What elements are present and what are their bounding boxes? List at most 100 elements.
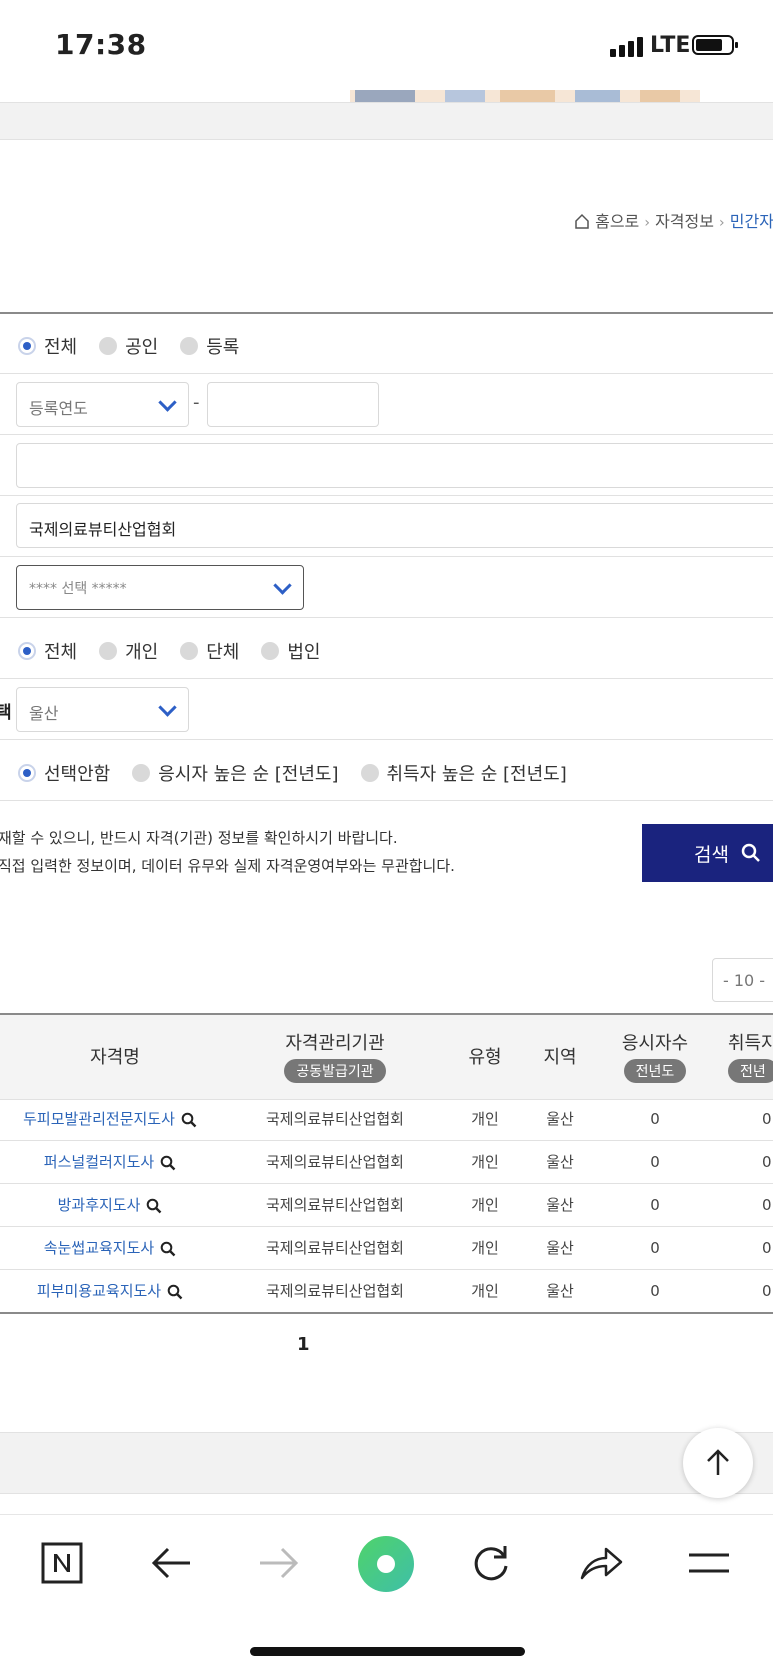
green-dot-icon[interactable] (357, 1535, 415, 1593)
sort-radio-applicants[interactable]: 응시자 높은 순 [전년도] (132, 760, 339, 786)
search-icon[interactable] (167, 1284, 183, 1300)
issuer-radio-corporation[interactable]: 법인 (261, 638, 321, 664)
table-row: 두피모발관리전문지도사 국제의료뷰티산업협회 개인 울산 0 0 (0, 1098, 773, 1141)
cell-name[interactable]: 두피모발관리전문지도사 (0, 1098, 220, 1140)
issuer-type-radio-group: 전체 개인 단체 법인 (18, 638, 343, 664)
breadcrumb-separator-icon: › (719, 215, 725, 231)
chevron-down-icon (158, 392, 177, 412)
network-label: LTE (650, 33, 691, 58)
table-header: 자격명 자격관리기관 공동발급기관 유형 지역 응시자수 전년도 취득자 전년 (0, 1013, 773, 1100)
cell-acquired: 0 (762, 1239, 772, 1257)
breadcrumb-item-qualification[interactable]: 자격정보 (655, 212, 714, 231)
cell-name[interactable]: 퍼스널컬러지도사 (0, 1141, 220, 1183)
row-divider (0, 556, 773, 557)
cell-agency: 국제의료뷰티산업협회 (265, 1282, 404, 1300)
cell-agency: 국제의료뷰티산업협회 (265, 1110, 404, 1128)
row-divider (0, 495, 773, 496)
cell-agency: 국제의료뷰티산업협회 (265, 1239, 404, 1257)
cell-region: 울산 (546, 1239, 574, 1257)
filter-top-border (0, 312, 773, 314)
row-divider (0, 617, 773, 618)
search-icon[interactable] (160, 1155, 176, 1171)
forward-icon[interactable] (258, 1546, 300, 1580)
search-icon[interactable] (146, 1198, 162, 1214)
year-input[interactable] (207, 382, 379, 427)
table-row: 방과후지도사 국제의료뷰티산업협회 개인 울산 0 0 (0, 1184, 773, 1227)
cell-name[interactable]: 피부미용교육지도사 (0, 1270, 220, 1312)
header-acquired: 취득자 전년 (728, 1029, 773, 1083)
cell-acquired: 0 (762, 1196, 772, 1214)
sort-radio-none[interactable]: 선택안함 (18, 760, 110, 786)
search-icon[interactable] (160, 1241, 176, 1257)
battery-icon (692, 35, 738, 55)
cell-type: 개인 (471, 1110, 499, 1128)
home-indicator (250, 1647, 525, 1656)
radio-selected-icon (18, 764, 36, 782)
scroll-top-button[interactable] (683, 1428, 753, 1498)
table-row: 퍼스널컬러지도사 국제의료뷰티산업협회 개인 울산 0 0 (0, 1141, 773, 1184)
type-radio-all[interactable]: 전체 (18, 333, 77, 359)
header-region: 지역 (543, 1047, 577, 1068)
header-acquired-sub: 전년 (728, 1059, 773, 1083)
breadcrumb-separator-icon: › (644, 215, 650, 231)
page-size-select[interactable]: - 10 - (712, 958, 773, 1002)
header-agency-sub: 공동발급기관 (284, 1059, 386, 1083)
row-divider (0, 434, 773, 435)
cell-acquired: 0 (762, 1153, 772, 1171)
notice-line-2: 직접 입력한 정보이며, 데이터 유무와 실제 자격운영여부와는 무관합니다. (0, 857, 455, 875)
cell-region: 울산 (546, 1153, 574, 1171)
table-row: 속눈썹교육지도사 국제의료뷰티산업협회 개인 울산 0 0 (0, 1227, 773, 1270)
issuer-radio-individual[interactable]: 개인 (99, 638, 158, 664)
year-select[interactable]: 등록연도 (16, 382, 189, 427)
agency-input[interactable]: 국제의료뷰티산업협회 (16, 503, 773, 548)
cell-agency: 국제의료뷰티산업협회 (265, 1153, 404, 1171)
category-select[interactable]: **** 선택 ***** (16, 565, 304, 610)
pagination-current[interactable]: 1 (297, 1334, 310, 1355)
breadcrumb-item-private[interactable]: 민간자 (730, 212, 773, 231)
keyword-input[interactable] (16, 443, 773, 488)
breadcrumb-home[interactable]: 홈으로 (595, 212, 639, 231)
cell-type: 개인 (471, 1282, 499, 1300)
type-radio-registered[interactable]: 등록 (180, 333, 239, 359)
type-radio-official[interactable]: 공인 (99, 333, 158, 359)
region-select[interactable]: 울산 (16, 687, 189, 732)
header-agency: 자격관리기관 공동발급기관 (245, 1029, 425, 1083)
search-icon[interactable] (181, 1112, 197, 1128)
issuer-radio-group[interactable]: 단체 (180, 638, 239, 664)
region-label: 택 (0, 703, 12, 723)
cell-applicants: 0 (650, 1239, 660, 1257)
issuer-radio-all[interactable]: 전체 (18, 638, 77, 664)
header-name: 자격명 (90, 1047, 140, 1068)
radio-selected-icon (18, 642, 36, 660)
search-button[interactable]: 검색 (642, 824, 773, 882)
arrow-up-icon (707, 1449, 729, 1475)
section-divider (0, 102, 773, 140)
naver-icon[interactable] (41, 1542, 83, 1584)
radio-icon (261, 642, 280, 660)
cell-region: 울산 (546, 1282, 574, 1300)
cell-region: 울산 (546, 1110, 574, 1128)
sort-radio-acquired[interactable]: 취득자 높은 순 [전년도] (360, 760, 567, 786)
share-icon[interactable] (578, 1544, 624, 1582)
notice-text: 재할 수 있으니, 반드시 자격(기관) 정보를 확인하시기 바랍니다. 직접 … (0, 824, 455, 880)
cell-applicants: 0 (650, 1282, 660, 1300)
cell-type: 개인 (471, 1153, 499, 1171)
cell-name[interactable]: 방과후지도사 (0, 1184, 220, 1226)
banner-illustration (350, 90, 700, 102)
chevron-down-icon (158, 697, 177, 717)
reload-icon[interactable] (470, 1542, 512, 1584)
notice-line-1: 재할 수 있으니, 반드시 자격(기관) 정보를 확인하시기 바랍니다. (0, 829, 398, 847)
back-icon[interactable] (150, 1546, 192, 1580)
cell-name[interactable]: 속눈썹교육지도사 (0, 1227, 220, 1269)
cell-type: 개인 (471, 1239, 499, 1257)
radio-icon (180, 337, 199, 355)
year-separator: - (193, 392, 200, 413)
chevron-down-icon (273, 575, 292, 595)
radio-icon (360, 764, 379, 782)
breadcrumb: 홈으로 › 자격정보 › 민간자 (574, 208, 773, 232)
radio-icon (99, 337, 118, 355)
menu-icon[interactable] (687, 1552, 731, 1574)
radio-icon (132, 764, 151, 782)
cell-type: 개인 (471, 1196, 499, 1214)
cell-acquired: 0 (762, 1110, 772, 1128)
